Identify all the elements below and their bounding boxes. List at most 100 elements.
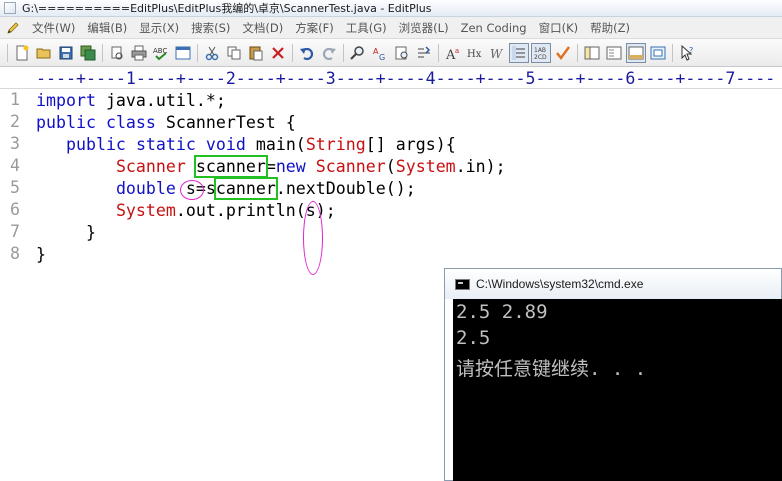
cut-icon[interactable] [202, 43, 222, 63]
line-number: 8 [10, 244, 20, 263]
code-line-1: import java.util.*; [36, 90, 226, 112]
svg-text:W: W [490, 47, 504, 61]
delete-icon[interactable] [268, 43, 288, 63]
spell-check-icon[interactable]: ABC [151, 43, 171, 63]
svg-text:1AB: 1AB [534, 47, 546, 54]
code-text: main( [245, 135, 306, 154]
code-text: ( [385, 157, 396, 176]
keyword: import [36, 91, 96, 110]
svg-text:2CD: 2CD [534, 54, 547, 61]
check-icon[interactable] [553, 43, 573, 63]
menu-file[interactable]: 文件(W) [26, 20, 81, 36]
code-line-3: public static void main(String[] args){ [36, 134, 456, 156]
save-all-icon[interactable] [78, 43, 98, 63]
toolbar-separator [577, 43, 578, 62]
highlight-box: canner [213, 177, 278, 200]
code-text: = [265, 157, 276, 176]
save-icon[interactable] [56, 43, 76, 63]
keyword: double [115, 179, 176, 198]
highlight-ellipse [303, 201, 323, 275]
cmd-output-line: 请按任意键继续. . . [456, 358, 647, 380]
code-line-2: public class ScannerTest { [36, 112, 296, 134]
print-icon[interactable] [129, 43, 149, 63]
menu-document[interactable]: 文档(D) [236, 20, 289, 36]
menu-tools[interactable]: 工具(G) [340, 20, 393, 36]
menu-zen-coding[interactable]: Zen Coding [455, 21, 533, 35]
toolbar-separator [343, 43, 344, 62]
ruler-marks: ----+----1----+----2----+----3----+----4… [36, 69, 776, 88]
menu-project[interactable]: 方案(F) [289, 20, 340, 36]
toolbar-grip [7, 43, 8, 62]
code-text: java.util.*; [95, 91, 226, 110]
keyword: public [65, 135, 126, 154]
code-text: ScannerTest { [155, 113, 296, 132]
class-name: Scanner [315, 157, 386, 176]
code-line-6: System.out.println(s); [36, 200, 336, 222]
svg-text:G: G [379, 53, 385, 61]
replace-icon[interactable]: AG [370, 43, 390, 63]
goto-line-icon[interactable] [414, 43, 434, 63]
paste-icon[interactable] [246, 43, 266, 63]
code-text: .in); [455, 157, 506, 176]
new-file-icon[interactable] [12, 43, 32, 63]
cmd-output-area[interactable]: 2.5 2.89 2.5 请按任意键继续. . . [453, 299, 782, 481]
toolbar-separator [292, 43, 293, 62]
highlight-box: scanner [193, 155, 268, 178]
toolbar-separator [102, 43, 103, 62]
cmd-window[interactable]: C:\Windows\system32\cmd.exe 2.5 2.89 2.5… [444, 268, 782, 481]
app-icon [4, 2, 16, 14]
line-number: 5 [10, 178, 20, 197]
font-icon[interactable]: Aa [443, 43, 463, 63]
class-name: System [115, 201, 176, 220]
column-ruler: ----+----1----+----2----+----3----+----4… [0, 67, 782, 89]
fullscreen-icon[interactable] [648, 43, 668, 63]
menu-search[interactable]: 搜索(S) [185, 20, 236, 36]
keyword: class [105, 113, 156, 132]
output-window-icon[interactable] [626, 42, 646, 63]
code-line-4: Scanner scanner=new Scanner(System.in); [36, 155, 506, 178]
cliptext-window-icon[interactable] [604, 43, 624, 63]
line-number: 1 [10, 90, 20, 109]
menu-bar: 文件(W) 编辑(B) 显示(X) 搜索(S) 文档(D) 方案(F) 工具(G… [0, 17, 782, 39]
ruler-icon[interactable]: 1AB 2CD [531, 42, 551, 63]
code-text: .out.println( [175, 201, 306, 220]
line-number: 6 [10, 200, 20, 219]
code-line-7: } [36, 222, 96, 244]
cmd-output-line: 2.5 2.89 [456, 301, 548, 323]
menu-view[interactable]: 显示(X) [133, 20, 185, 36]
hex-view-icon[interactable]: Hx [465, 43, 485, 63]
keyword: new [275, 157, 306, 176]
menu-window[interactable]: 窗口(K) [533, 20, 585, 36]
code-text: .nextDouble(); [275, 179, 416, 198]
toolbar: ABC AG Aa Hx W 1AB 2CD ? [0, 39, 782, 67]
open-folder-icon[interactable] [34, 43, 54, 63]
find-in-files-icon[interactable] [392, 43, 412, 63]
toolbar-separator [197, 43, 198, 62]
keyword: public [36, 113, 96, 132]
line-number: 3 [10, 134, 20, 153]
keyword: static [135, 135, 196, 154]
copy-icon[interactable] [224, 43, 244, 63]
cmd-output-line: 2.5 [456, 327, 491, 349]
browser-preview-icon[interactable] [173, 43, 193, 63]
highlight-ellipse [180, 180, 204, 200]
menu-help[interactable]: 帮助(Z) [584, 20, 636, 36]
window-title: G:\==========EditPlus\EditPlus我编的\卓京\Sca… [22, 2, 432, 15]
print-preview-icon[interactable] [107, 43, 127, 63]
toolbar-separator [438, 43, 439, 62]
redo-icon[interactable] [319, 43, 339, 63]
cmd-title-bar[interactable]: C:\Windows\system32\cmd.exe [445, 269, 781, 299]
word-wrap-icon[interactable]: W [487, 43, 507, 63]
undo-icon[interactable] [297, 43, 317, 63]
menu-edit[interactable]: 编辑(B) [81, 20, 133, 36]
line-numbers-icon[interactable] [509, 42, 529, 63]
code-text: } [36, 245, 46, 264]
class-name: String [305, 135, 366, 154]
title-bar: G:\==========EditPlus\EditPlus我编的\卓京\Sca… [0, 0, 782, 17]
menu-browser[interactable]: 浏览器(L) [393, 20, 455, 36]
help-pointer-icon[interactable]: ? [677, 43, 697, 63]
find-icon[interactable] [348, 43, 368, 63]
cmd-icon [455, 278, 470, 290]
directory-window-icon[interactable] [582, 43, 602, 63]
line-number: 2 [10, 112, 20, 131]
